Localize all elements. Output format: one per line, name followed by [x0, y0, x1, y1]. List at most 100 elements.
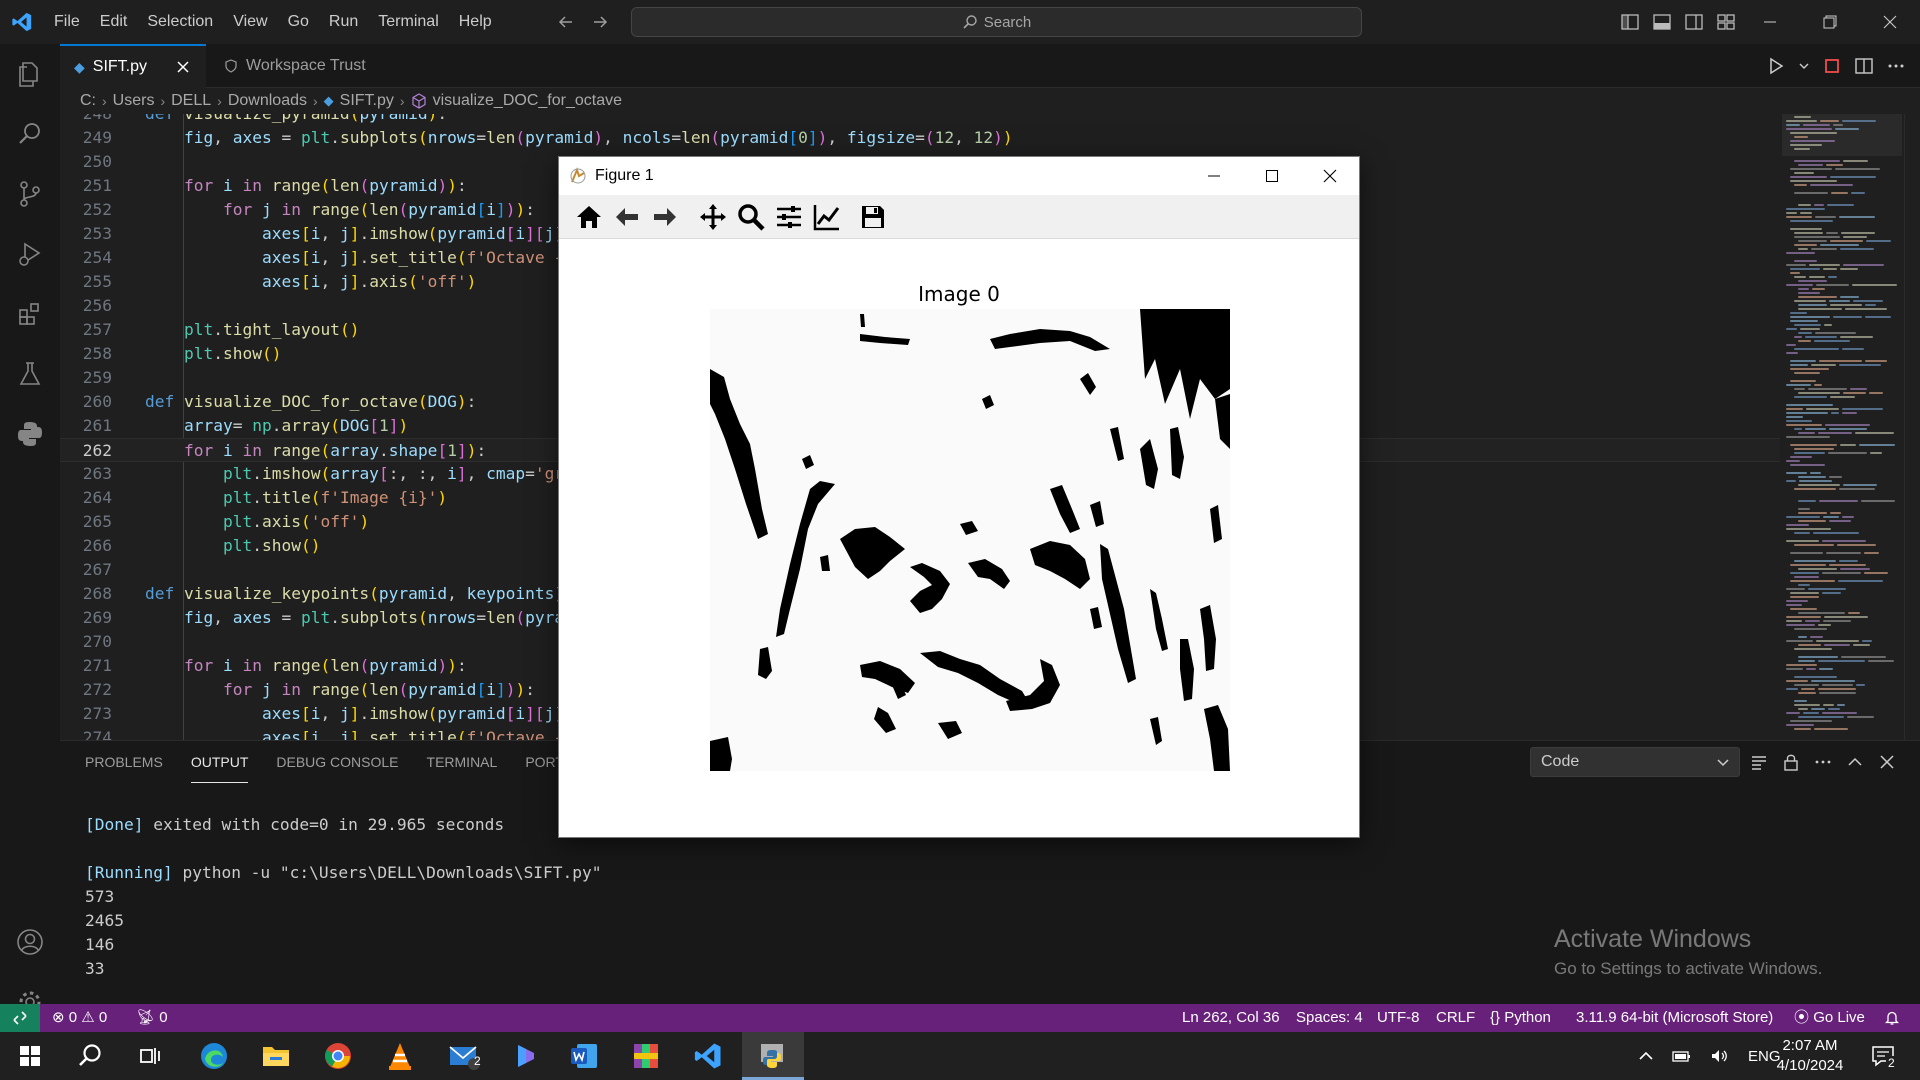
menu-terminal[interactable]: Terminal [368, 0, 448, 44]
vlc-icon[interactable] [370, 1032, 430, 1080]
word-icon[interactable] [554, 1032, 614, 1080]
editor-tab-bar: ◆ SIFT.py Workspace Trust [60, 44, 1920, 88]
menu-view[interactable]: View [223, 0, 277, 44]
code-line[interactable]: 248 def visualize_pyramid(pyramid): [60, 114, 1780, 126]
maximize-panel-chevron-up-icon[interactable] [1846, 753, 1864, 771]
mail-icon[interactable]: 2 [434, 1032, 494, 1080]
home-icon[interactable] [573, 201, 605, 233]
indentation[interactable]: Spaces: 4 [1296, 1004, 1363, 1032]
clock-time[interactable]: 2:07 AM [1782, 1036, 1837, 1056]
language-mode[interactable]: {} Python [1490, 1004, 1551, 1032]
pan-move-icon[interactable] [697, 201, 729, 233]
menu-file[interactable]: File [44, 0, 90, 44]
run-python-file-icon[interactable] [1766, 56, 1786, 76]
run-dropdown-chevron-icon[interactable] [1798, 56, 1810, 76]
toggle-primary-sidebar-icon[interactable] [1620, 12, 1640, 32]
save-figure-icon[interactable] [857, 201, 889, 233]
zoom-magnifier-icon[interactable] [735, 201, 767, 233]
configure-subplots-icon[interactable] [773, 201, 805, 233]
volume-icon[interactable] [1710, 1048, 1730, 1064]
breadcrumb-item[interactable]: DELL [171, 92, 211, 110]
menu-help[interactable]: Help [449, 0, 502, 44]
remote-indicator-icon[interactable] [0, 1004, 40, 1032]
tab-workspace-trust[interactable]: Workspace Trust [210, 44, 450, 88]
winrar-icon[interactable] [616, 1032, 676, 1080]
file-explorer-icon[interactable] [246, 1032, 306, 1080]
extensions-icon[interactable] [0, 284, 60, 344]
menu-edit[interactable]: Edit [90, 0, 138, 44]
breadcrumb-item[interactable]: SIFT.py [340, 92, 394, 110]
editor-scrollbar[interactable] [1904, 114, 1918, 740]
more-actions-icon[interactable] [1886, 56, 1906, 76]
tab-problems[interactable]: PROBLEMS [85, 741, 163, 783]
source-control-icon[interactable] [0, 164, 60, 224]
python-extension-icon[interactable] [0, 404, 60, 464]
copilot-icon[interactable] [496, 1032, 556, 1080]
end-of-line[interactable]: CRLF [1436, 1004, 1475, 1032]
notification-center-icon[interactable]: 2 [1864, 1032, 1904, 1080]
output-channel-select[interactable]: Code [1530, 747, 1740, 777]
edge-icon[interactable] [184, 1032, 244, 1080]
code-line[interactable]: 249 fig, axes = plt.subplots(nrows=len(p… [60, 126, 1780, 150]
chrome-icon[interactable] [308, 1032, 368, 1080]
close-tab-icon[interactable] [177, 61, 189, 73]
toggle-secondary-sidebar-icon[interactable] [1684, 12, 1704, 32]
clock-date[interactable]: 4/10/2024 [1777, 1056, 1844, 1076]
start-icon[interactable] [0, 1032, 60, 1080]
figure-close-button[interactable] [1301, 157, 1359, 195]
forward-arrow-icon[interactable] [590, 12, 610, 32]
tab-terminal[interactable]: TERMINAL [427, 741, 498, 783]
figure-canvas[interactable]: Image 0 [559, 240, 1359, 837]
vscode-icon[interactable] [678, 1032, 738, 1080]
menu-run[interactable]: Run [319, 0, 368, 44]
window-close-button[interactable] [1860, 0, 1920, 44]
window-restore-button[interactable] [1800, 0, 1860, 44]
customize-layout-icon[interactable] [1716, 12, 1736, 32]
run-and-debug-icon[interactable] [0, 224, 60, 284]
go-live[interactable]: ⦿ Go Live [1794, 1004, 1865, 1032]
line-number: 250 [82, 152, 112, 171]
accounts-icon[interactable] [0, 912, 60, 972]
filter-list-icon[interactable] [1750, 753, 1768, 771]
breadcrumb-item[interactable]: C: [80, 92, 96, 110]
task-view-icon[interactable] [120, 1032, 180, 1080]
figure-minimize-button[interactable] [1185, 157, 1243, 195]
menu-go[interactable]: Go [278, 0, 319, 44]
minimap[interactable] [1782, 114, 1902, 740]
stop-icon[interactable] [1822, 56, 1842, 76]
problems-status[interactable]: ⊗ 0 ⚠ 0 [52, 1004, 107, 1032]
breadcrumb-item[interactable]: visualize_DOC_for_octave [433, 92, 622, 110]
notifications-bell-icon[interactable] [1884, 1004, 1900, 1032]
battery-icon[interactable] [1672, 1048, 1692, 1064]
python-interpreter[interactable]: 3.11.9 64-bit (Microsoft Store) [1576, 1004, 1773, 1032]
window-minimize-button[interactable] [1740, 0, 1800, 44]
toggle-panel-icon[interactable] [1652, 12, 1672, 32]
breadcrumb-item[interactable]: Users [113, 92, 155, 110]
search-icon[interactable] [60, 1032, 120, 1080]
close-panel-icon[interactable] [1878, 753, 1896, 771]
cursor-position[interactable]: Ln 262, Col 36 [1182, 1004, 1280, 1032]
explorer-icon[interactable] [0, 44, 60, 104]
menu-selection[interactable]: Selection [137, 0, 223, 44]
more-actions-icon[interactable] [1814, 753, 1832, 771]
python-icon[interactable] [742, 1032, 804, 1080]
tab-sift-py[interactable]: ◆ SIFT.py [60, 44, 206, 88]
search-view-icon[interactable] [0, 104, 60, 164]
tab-output[interactable]: OUTPUT [190, 741, 249, 783]
breadcrumb-item[interactable]: Downloads [228, 92, 307, 110]
back-arrow-icon[interactable] [611, 201, 643, 233]
lock-scroll-icon[interactable] [1782, 753, 1800, 771]
back-arrow-icon[interactable] [556, 12, 576, 32]
encoding[interactable]: UTF-8 [1377, 1004, 1420, 1032]
figure-maximize-button[interactable] [1243, 157, 1301, 195]
edit-axis-icon[interactable] [811, 201, 843, 233]
command-search-box[interactable]: Search [631, 7, 1362, 37]
testing-icon[interactable] [0, 344, 60, 404]
forward-arrow-icon[interactable] [649, 201, 681, 233]
figure-title-bar[interactable]: Figure 1 [559, 157, 1359, 195]
ports-status[interactable]: 📡︎ 0 [136, 1004, 168, 1032]
split-editor-icon[interactable] [1854, 56, 1874, 76]
chevron-up-icon[interactable] [1638, 1048, 1654, 1064]
tab-debug-console[interactable]: DEBUG CONSOLE [276, 741, 398, 783]
line-number: 261 [82, 416, 112, 435]
